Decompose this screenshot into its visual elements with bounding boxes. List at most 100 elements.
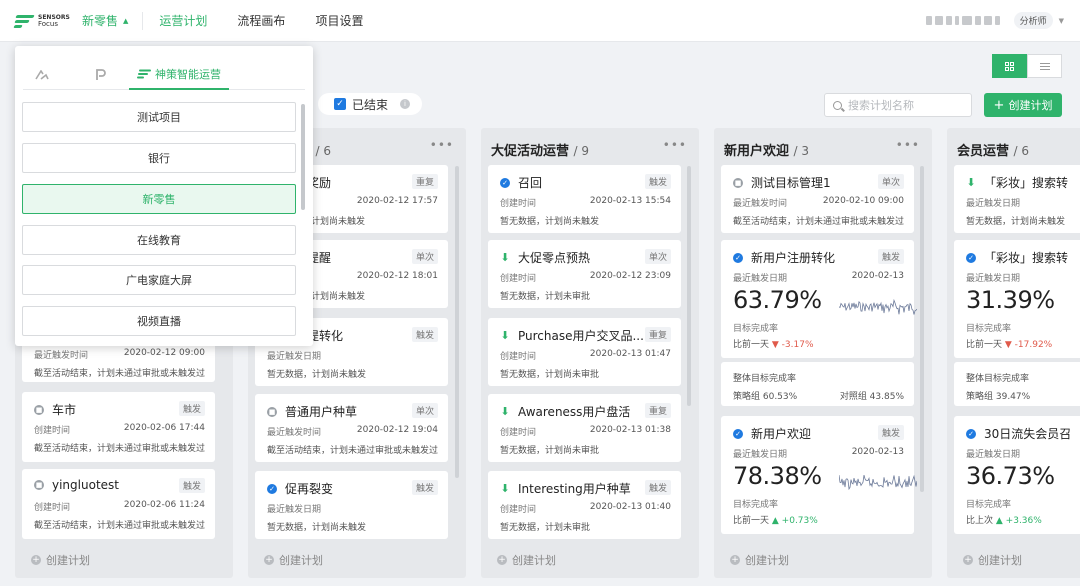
scrollbar[interactable] <box>920 166 924 492</box>
running-status-icon: ✓ <box>966 252 976 263</box>
plan-type-tag: 触发 <box>877 425 904 440</box>
grid-view-button[interactable] <box>992 54 1027 78</box>
sparkline <box>839 298 917 315</box>
role-badge[interactable]: 分析师 <box>1013 12 1053 29</box>
running-status-icon: ✓ <box>267 483 277 494</box>
dropdown-scrollbar[interactable] <box>301 104 305 210</box>
info-icon[interactable]: i <box>400 99 411 109</box>
plan-card[interactable]: ✓ 促再裂变 触发 最近触发日期 暂无数据，计划尚未触发 <box>255 471 448 539</box>
create-plan-link[interactable]: + 创建计划 <box>730 552 789 568</box>
scrollbar[interactable] <box>687 166 691 406</box>
plus-circle-icon: + <box>497 555 507 565</box>
plan-card[interactable]: ⬇ Purchase用户交叉品... 重复 创建时间 2020-02-13 01:… <box>488 318 681 386</box>
tab-focus[interactable]: 神策智能运营 <box>129 60 229 90</box>
pending-status-icon: ⬇ <box>500 404 510 418</box>
create-plan-link[interactable]: + 创建计划 <box>497 552 556 568</box>
column-title: 新用户欢迎 <box>724 144 790 159</box>
column-2: 大促活动运营 / 9 ••• ✓ 召回 触发 创建时间 2020-02-13 15… <box>481 128 699 578</box>
project-option-live-video[interactable]: 视频直播 <box>22 306 296 336</box>
column-title: 会员运营 <box>957 144 1010 159</box>
project-dropdown: 神策智能运营 测试项目 银行 新零售 在线教育 广电家庭大屏 视频直播 <box>15 46 313 346</box>
more-icon[interactable]: ••• <box>430 138 454 152</box>
project-option-test[interactable]: 测试项目 <box>22 102 296 132</box>
project-option-online-education[interactable]: 在线教育 <box>22 225 296 255</box>
plus-circle-icon: + <box>730 555 740 565</box>
pending-status-icon: ⬇ <box>500 250 510 264</box>
plan-card[interactable]: ✓ 召回 触发 创建时间 2020-02-13 15:54 暂无数据，计划尚未触发 <box>488 165 681 233</box>
create-plan-link[interactable]: + 创建计划 <box>963 552 1022 568</box>
create-plan-link[interactable]: + 创建计划 <box>31 552 90 568</box>
plan-type-tag: 触发 <box>644 480 671 495</box>
project-switcher[interactable]: 新零售 ▲ <box>82 11 144 30</box>
plan-type-tag: 重复 <box>411 174 438 189</box>
plan-type-tag: 触发 <box>411 327 438 342</box>
create-plan-link[interactable]: + 创建计划 <box>264 552 323 568</box>
plan-card[interactable]: ⬇ 「彩妆」搜索转 最近触发日期 暂无数据，计划尚未触发 <box>954 165 1080 233</box>
goal-rate-value: 31.39% <box>966 286 1055 314</box>
metric-plan-card[interactable]: ✓ 新用户注册转化 触发 最近触发日期 2020-02-13 63.79% 目标完… <box>721 240 917 358</box>
project-option-new-retail[interactable]: 新零售 <box>22 184 296 214</box>
nav-project-settings[interactable]: 项目设置 <box>315 12 363 29</box>
more-icon[interactable]: ••• <box>663 138 687 152</box>
scrollbar[interactable] <box>455 166 459 478</box>
metric-plan-card[interactable]: ✓30日流失会员召 最近触发日期 20 36.73% 目标完成率 比上次 ▲ +… <box>954 416 1080 534</box>
grid-icon <box>1005 61 1014 71</box>
column-3: 新用户欢迎 / 3 ••• ■ 测试目标管理1 单次 最近触发时间 2020-02… <box>714 128 932 578</box>
tab-product-b-icon[interactable] <box>95 60 113 90</box>
ended-filter[interactable]: ✓ 已结束 i <box>318 93 423 115</box>
plan-type-tag: 单次 <box>411 403 438 418</box>
overall-goal-section: 整体目标完成率 策略组 39.47% <box>954 362 1080 406</box>
logo-mark-icon <box>13 14 35 28</box>
stopped-status-icon: ■ <box>34 480 44 490</box>
plan-card[interactable]: ■ yingluotest 触发 创建时间 2020-02-06 11:24 截至… <box>22 469 215 539</box>
plan-type-tag: 触发 <box>178 401 205 416</box>
dropdown-tabs: 神策智能运营 <box>23 60 305 90</box>
overall-goal-section: 整体目标完成率 策略组 60.53% 对照组 43.85% <box>721 362 914 406</box>
metric-plan-card[interactable]: ✓ 新用户欢迎 触发 最近触发日期 2020-02-13 78.38% 目标完成率… <box>721 416 917 534</box>
top-nav-bar: SENSORS Focus 新零售 ▲ 运营计划 流程画布 项目设置 分析师 ▼ <box>0 0 1080 42</box>
create-plan-button[interactable]: + 创建计划 <box>984 93 1062 117</box>
plan-card[interactable]: ⬇ 大促零点预热 单次 创建时间 2020-02-12 23:09 暂无数据，计划… <box>488 240 681 308</box>
sensors-focus-logo[interactable]: SENSORS Focus <box>13 14 70 28</box>
user-area[interactable]: 分析师 ▼ <box>925 12 1064 29</box>
tab-product-a-icon[interactable] <box>35 60 53 90</box>
plan-type-tag: 触发 <box>644 174 671 189</box>
column-4: 会员运营 / 6 ⬇ 「彩妆」搜索转 最近触发日期 暂无数据，计划尚未触发 ✓ 「彩… <box>947 128 1080 578</box>
plan-type-tag: 触发 <box>411 480 438 495</box>
list-view-button[interactable] <box>1027 54 1062 78</box>
metric-plan-card[interactable]: ✓ 「彩妆」搜索转 最近触发日期 31.39% 目标完成率 比前一天 ▼ -17.… <box>954 240 1080 358</box>
stopped-status-icon: ■ <box>267 406 277 417</box>
search-input[interactable] <box>848 98 966 112</box>
checkbox-checked-icon[interactable]: ✓ <box>334 98 346 110</box>
plan-card[interactable]: ⬇ Awareness用户盘活 重复 创建时间 2020-02-13 01:38 … <box>488 394 681 462</box>
stopped-status-icon: ■ <box>34 404 44 415</box>
project-name: 新零售 <box>82 14 119 28</box>
pending-status-icon: ⬇ <box>500 481 510 495</box>
running-status-icon: ✓ <box>733 252 743 263</box>
caret-down-icon: ▼ <box>1058 16 1064 25</box>
plan-card[interactable]: ⬇ Interesting用户种草 触发 创建时间 2020-02-13 01:4… <box>488 471 681 539</box>
plan-card[interactable]: ■ 测试目标管理1 单次 最近触发时间 2020-02-10 09:00 截至活动… <box>721 165 914 233</box>
nav-operation-plan[interactable]: 运营计划 <box>159 12 207 29</box>
search-plan-box[interactable] <box>824 93 972 117</box>
goal-rate-value: 63.79% <box>733 286 822 314</box>
running-status-icon: ✓ <box>733 428 743 439</box>
project-option-tv-screen[interactable]: 广电家庭大屏 <box>22 265 296 295</box>
plus-circle-icon: + <box>963 555 973 565</box>
plan-card[interactable]: ■ 普通用户种草 单次 最近触发时间 2020-02-12 19:04 截至活动结… <box>255 394 448 462</box>
product-b-icon <box>96 69 106 80</box>
plan-type-tag: 单次 <box>877 174 904 189</box>
focus-logo-icon <box>137 69 151 79</box>
nav-flow-canvas[interactable]: 流程画布 <box>237 12 285 29</box>
goal-rate-value: 78.38% <box>733 462 822 490</box>
more-icon[interactable]: ••• <box>896 138 920 152</box>
sparkline <box>839 474 917 491</box>
logo-line-2: Focus <box>38 19 58 28</box>
plan-type-tag: 触发 <box>178 478 205 493</box>
plan-type-tag: 重复 <box>644 327 671 342</box>
plan-card[interactable]: ■ 车市 触发 创建时间 2020-02-06 17:44 截至活动结束，计划未通… <box>22 392 215 462</box>
plan-type-tag: 重复 <box>644 403 671 418</box>
product-a-icon <box>35 70 49 80</box>
project-option-bank[interactable]: 银行 <box>22 143 296 173</box>
list-icon <box>1039 62 1050 70</box>
